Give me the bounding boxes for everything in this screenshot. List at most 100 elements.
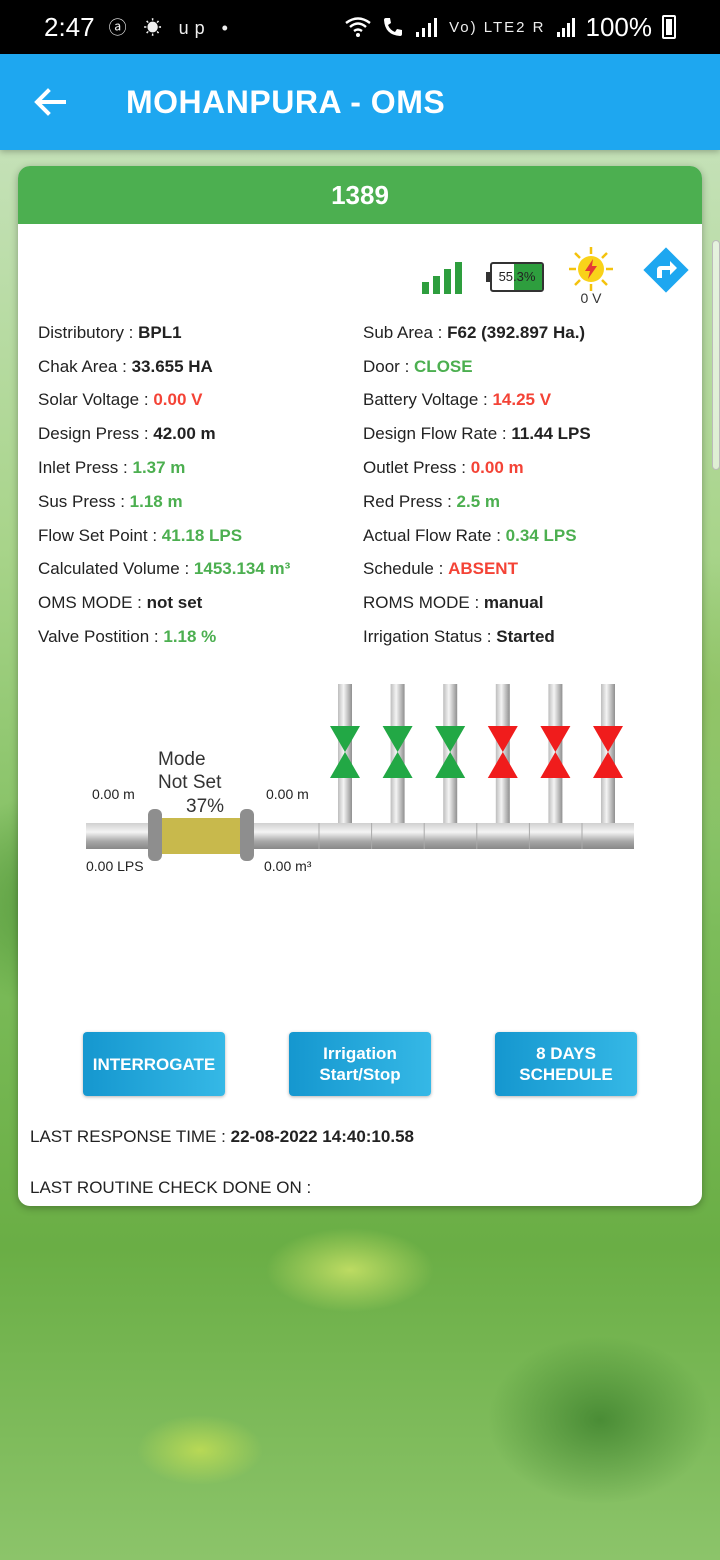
- field-value: 42.00 m: [153, 424, 216, 444]
- app-bar: MOHANPURA - OMS: [0, 54, 720, 150]
- field-label: Door :: [363, 356, 415, 376]
- valve-flange-right: [240, 809, 254, 861]
- field-label: Red Press :: [363, 491, 457, 511]
- info-row: Design Press : 42.00 m Design Flow Rate :…: [38, 417, 698, 451]
- field-label: Calculated Volume :: [38, 559, 194, 579]
- field-value: 1.18 %: [163, 627, 217, 647]
- field-value: 1453.134 m³: [193, 559, 291, 579]
- field-value: F62 (392.897 Ha.): [447, 322, 586, 342]
- field-label: Flow Set Point :: [38, 525, 162, 545]
- info-grid: Distributory : BPL1 Sub Area : F62 (392.8…: [38, 316, 698, 654]
- signal-bars-icon-2: [556, 18, 575, 37]
- info-field-left: Inlet Press : 1.37 m: [38, 458, 363, 478]
- info-row: OMS MODE : not set ROMS MODE : manual: [38, 586, 698, 620]
- info-field-right: Design Flow Rate : 11.44 LPS: [363, 424, 698, 444]
- inlet-pressure: 0.00 m: [92, 786, 135, 802]
- call-icon: [384, 18, 403, 36]
- field-label: Design Press :: [38, 424, 154, 444]
- page-title: MOHANPURA - OMS: [126, 83, 446, 120]
- info-field-left: OMS MODE : not set: [38, 593, 363, 613]
- field-value: 0.00 m: [470, 458, 524, 478]
- field-label: Sub Area :: [363, 322, 448, 342]
- mode-label: Mode Not Set: [158, 749, 222, 793]
- field-label: OMS MODE :: [38, 593, 147, 613]
- info-field-right: Outlet Press : 0.00 m: [363, 458, 698, 478]
- field-value: not set: [146, 593, 203, 613]
- field-value: 14.25 V: [492, 390, 552, 410]
- signal-bars-icon: [416, 18, 438, 37]
- inlet-flow: 0.00 LPS: [86, 858, 144, 874]
- info-row: Valve Postition : 1.18 % Irrigation Statu…: [38, 620, 698, 654]
- field-label: Schedule :: [363, 559, 449, 579]
- info-row: Inlet Press : 1.37 m Outlet Press : 0.00 …: [38, 451, 698, 485]
- status-right-icons: Vo) LTE2 R 100%: [345, 12, 676, 43]
- info-field-right: Red Press : 2.5 m: [363, 492, 698, 512]
- field-label: Inlet Press :: [38, 458, 133, 478]
- field-label: Valve Postition :: [38, 627, 164, 647]
- card-header: 1389: [18, 166, 702, 224]
- battery-charging-icon: [662, 15, 676, 39]
- info-row: Solar Voltage : 0.00 V Battery Voltage : …: [38, 384, 698, 418]
- pipeline-diagram: Mode Not Set 37% 0.00 m 0.00 LPS 0.00 m …: [18, 666, 702, 906]
- info-field-left: Chak Area : 33.655 HA: [38, 357, 363, 377]
- info-field-right: Sub Area : F62 (392.897 Ha.): [363, 323, 698, 343]
- field-label: Battery Voltage :: [363, 390, 493, 410]
- info-field-left: Calculated Volume : 1453.134 m³: [38, 559, 363, 579]
- network-label: Vo) LTE2 R: [449, 18, 546, 36]
- field-value: 11.44 LPS: [511, 424, 591, 444]
- info-field-left: Distributory : BPL1: [38, 323, 363, 343]
- valve-flange-left: [148, 809, 162, 861]
- status-time: 2:47: [44, 11, 95, 42]
- field-value: 0.34 LPS: [505, 525, 577, 545]
- notification-icons: ⓐ ☀ up •: [108, 18, 234, 38]
- field-value: ABSENT: [448, 559, 518, 579]
- field-value: 2.5 m: [456, 491, 501, 511]
- field-value: BPL1: [138, 322, 182, 342]
- battery-level-label: 55.3%: [498, 269, 536, 284]
- field-label: ROMS MODE :: [363, 593, 484, 613]
- solar-icon: [569, 247, 613, 291]
- scrollbar[interactable]: [712, 240, 720, 470]
- field-label: Chak Area :: [38, 356, 132, 376]
- info-row: Sus Press : 1.18 m Red Press : 2.5 m: [38, 485, 698, 519]
- field-value: CLOSE: [414, 356, 473, 376]
- back-arrow-icon[interactable]: [30, 82, 70, 122]
- info-field-left: Sus Press : 1.18 m: [38, 492, 363, 512]
- outlet-pressure: 0.00 m: [266, 786, 309, 802]
- info-field-left: Solar Voltage : 0.00 V: [38, 390, 363, 410]
- field-value: Started: [496, 627, 555, 647]
- info-row: Chak Area : 33.655 HA Door : CLOSE: [38, 350, 698, 384]
- wifi-icon: [345, 17, 371, 37]
- field-value: 33.655 HA: [131, 356, 213, 376]
- info-field-left: Design Press : 42.00 m: [38, 424, 363, 444]
- field-label: Distributory :: [38, 322, 139, 342]
- info-field-right: Door : CLOSE: [363, 357, 698, 377]
- info-field-right: Schedule : ABSENT: [363, 559, 698, 579]
- field-label: Outlet Press :: [363, 458, 471, 478]
- field-value: manual: [483, 593, 544, 613]
- directions-icon[interactable]: [642, 246, 690, 294]
- interrogate-button[interactable]: INTERROGATE: [83, 1032, 225, 1096]
- field-label: Solar Voltage :: [38, 390, 154, 410]
- solar-voltage-label: 0 V: [580, 290, 602, 306]
- outlet-volume: 0.00 m³: [264, 858, 312, 874]
- last-routine-check: LAST ROUTINE CHECK DONE ON :: [30, 1178, 312, 1197]
- info-row: Calculated Volume : 1453.134 m³ Schedule …: [38, 553, 698, 587]
- battery-percent: 100%: [585, 11, 653, 42]
- valve-percent: 37%: [186, 796, 225, 817]
- irrigation-start-stop-button[interactable]: Irrigation Start/Stop: [289, 1032, 431, 1096]
- info-row: Distributory : BPL1 Sub Area : F62 (392.8…: [38, 316, 698, 350]
- field-value: 41.18 LPS: [161, 525, 243, 545]
- valve-body: [160, 818, 242, 854]
- signal-strength-icon: [422, 262, 462, 294]
- info-field-left: Flow Set Point : 41.18 LPS: [38, 526, 363, 546]
- info-field-right: ROMS MODE : manual: [363, 593, 698, 613]
- field-label: Actual Flow Rate :: [363, 525, 506, 545]
- eight-days-schedule-button[interactable]: 8 DAYS SCHEDULE: [495, 1032, 637, 1096]
- field-value: 0.00 V: [153, 390, 203, 410]
- info-field-right: Battery Voltage : 14.25 V: [363, 390, 698, 410]
- info-field-right: Actual Flow Rate : 0.34 LPS: [363, 526, 698, 546]
- info-row: Flow Set Point : 41.18 LPS Actual Flow Ra…: [38, 519, 698, 553]
- battery-level-icon: 55.3%: [486, 262, 544, 292]
- info-field-left: Valve Postition : 1.18 %: [38, 627, 363, 647]
